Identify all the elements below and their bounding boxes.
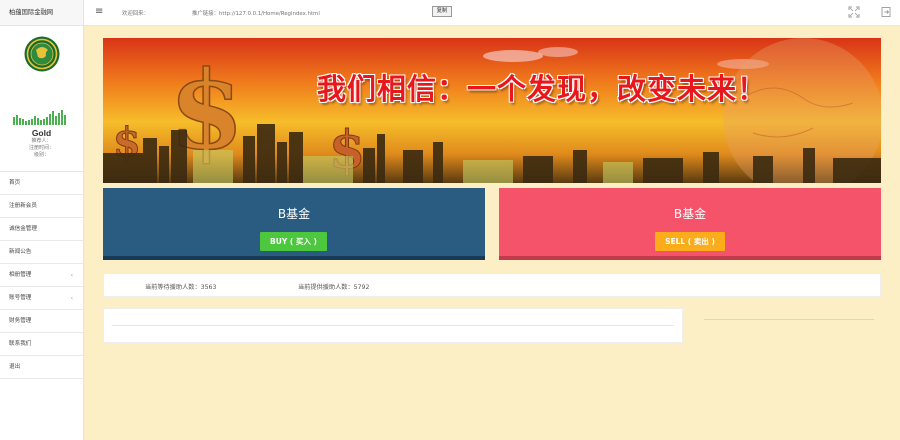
buy-button[interactable]: BUY ( 买入 )	[260, 232, 327, 251]
sidebar-item-label: 诚信金管理	[9, 226, 37, 232]
sidebar-item-label: 退出	[9, 364, 21, 370]
level-bar	[13, 117, 15, 125]
level-bar	[55, 116, 57, 125]
level-bar	[46, 117, 48, 125]
sidebar-item-label: 相册管理	[9, 272, 32, 278]
sidebar-item-deposit[interactable]: 诚信金管理	[0, 218, 83, 241]
sidebar-item-logout[interactable]: 退出	[0, 356, 83, 379]
welcome-text: 欢迎回来：	[122, 11, 149, 17]
waiting-help-count: 当前等待援助人数：3563	[145, 284, 217, 291]
copy-link-button[interactable]: 复制	[432, 6, 452, 17]
side-divider	[704, 319, 874, 320]
promo-link-text: 推广链接：http://127.0.0.1/Home/RegIndex.html	[192, 11, 320, 17]
banner-slogan: 我们相信：一个发现，改变未来！	[317, 72, 768, 106]
register-time-label: 注册时间：	[28, 145, 54, 151]
level-bar	[34, 116, 36, 125]
main-content: $ $ $ 我们相信：一个发现，改变未来！ B基金 BUY (买入) B基金…	[84, 26, 900, 440]
sell-fund-title: B基金	[673, 207, 707, 221]
menu-toggle-icon[interactable]: ≡	[95, 7, 103, 17]
sell-fund-card: B基金 SELL ( 卖出 )	[499, 188, 881, 260]
records-panel	[103, 308, 683, 343]
sidebar-item-label: 账号管理	[9, 295, 32, 301]
sidebar-nav: 首页 注册新会员 诚信金管理 新闻公告 相册管理 ‹ 账号管理 ‹ 财务管理 联系我…	[0, 172, 83, 379]
level-bar	[37, 118, 39, 125]
logout-icon[interactable]	[880, 6, 892, 18]
sidebar-item-label: 财务管理	[9, 318, 32, 324]
chevron-left-icon: ‹	[70, 295, 73, 302]
sidebar-item-label: 联系我们	[9, 341, 32, 347]
fullscreen-icon[interactable]	[848, 6, 860, 18]
sidebar-item-account[interactable]: 账号管理 ‹	[0, 287, 83, 310]
level-bar	[40, 120, 42, 125]
sidebar-item-news[interactable]: 新闻公告	[0, 241, 83, 264]
sidebar-item-home[interactable]: 首页	[0, 172, 83, 195]
user-level: Gold	[31, 128, 52, 138]
promo-banner: $ $ $ 我们相信：一个发现，改变未来！	[103, 38, 881, 183]
level-bar	[16, 115, 18, 125]
sidebar: 柏蕴国际金融网 Gold 推荐人： 注册时间： 级别： 首页 注册新会员 诚信金…	[0, 0, 84, 440]
level-bar	[28, 120, 30, 125]
level-bar	[61, 110, 63, 125]
sidebar-item-label: 注册新会员	[9, 203, 37, 209]
level-bars-icon	[13, 109, 71, 125]
brand-title: 柏蕴国际金融网	[0, 0, 83, 26]
level-bar	[31, 119, 33, 125]
user-profile: Gold 推荐人： 注册时间： 级别：	[0, 26, 83, 172]
sidebar-item-finance[interactable]: 财务管理	[0, 310, 83, 333]
chevron-left-icon: ‹	[70, 272, 73, 279]
sidebar-item-label: 首页	[9, 180, 21, 186]
level-bar	[19, 118, 21, 125]
panel-divider	[112, 325, 674, 326]
buy-fund-title: B基金	[277, 207, 311, 221]
stats-bar: 当前等待援助人数：3563 当前提供援助人数：5792	[103, 273, 881, 297]
level-bar	[22, 119, 24, 125]
level-bar	[49, 114, 51, 125]
level-bar	[25, 121, 27, 125]
banner-city-dollar-image: $ $ $	[103, 38, 881, 183]
level-bar	[43, 119, 45, 125]
top-bar: ≡ 欢迎回来： 推广链接：http://127.0.0.1/Home/RegIn…	[84, 0, 900, 26]
providing-help-count: 当前提供援助人数：5792	[298, 284, 370, 291]
referrer-label: 推荐人：	[31, 138, 52, 144]
sidebar-item-contact[interactable]: 联系我们	[0, 333, 83, 356]
status-label: 级别：	[33, 152, 49, 158]
company-logo-icon	[24, 36, 60, 72]
buy-fund-card: B基金 BUY ( 买入 )	[103, 188, 485, 260]
level-bar	[64, 115, 66, 125]
level-bar	[58, 113, 60, 125]
sidebar-item-label: 新闻公告	[9, 249, 32, 255]
sell-button[interactable]: SELL ( 卖出 )	[655, 232, 725, 251]
sidebar-item-register[interactable]: 注册新会员	[0, 195, 83, 218]
level-bar	[52, 111, 54, 125]
sidebar-item-album[interactable]: 相册管理 ‹	[0, 264, 83, 287]
